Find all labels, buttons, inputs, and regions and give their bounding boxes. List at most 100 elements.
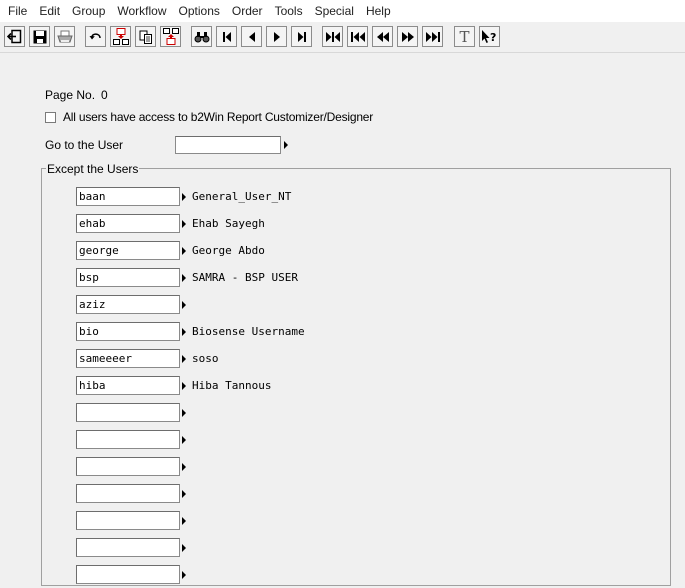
menu-options[interactable]: Options bbox=[173, 0, 226, 22]
user-code-input[interactable] bbox=[76, 538, 180, 557]
text-button[interactable]: T bbox=[454, 26, 475, 47]
save-button[interactable] bbox=[29, 26, 50, 47]
previous-group-button[interactable] bbox=[347, 26, 368, 47]
user-lookup-arrow-icon[interactable] bbox=[182, 301, 186, 309]
user-code-input[interactable] bbox=[76, 565, 180, 584]
user-full-name: Biosense Username bbox=[192, 325, 305, 338]
previous-page-icon bbox=[376, 31, 389, 42]
user-full-name: George Abdo bbox=[192, 244, 265, 257]
first-record-icon bbox=[222, 31, 231, 42]
menu-tools[interactable]: Tools bbox=[269, 0, 309, 22]
except-users-label: Except the Users bbox=[46, 162, 140, 176]
print-icon bbox=[56, 30, 73, 42]
menu-order[interactable]: Order bbox=[226, 0, 269, 22]
last-group-button[interactable] bbox=[422, 26, 443, 47]
user-full-name: Ehab Sayegh bbox=[192, 217, 265, 230]
first-group-icon bbox=[325, 31, 340, 42]
next-page-button[interactable] bbox=[397, 26, 418, 47]
user-lookup-arrow-icon[interactable] bbox=[182, 274, 186, 282]
previous-record-icon bbox=[248, 31, 255, 42]
user-lookup-arrow-icon[interactable] bbox=[182, 544, 186, 552]
user-code-input[interactable]: bio bbox=[76, 322, 180, 341]
menu-group[interactable]: Group bbox=[66, 0, 111, 22]
menu-edit[interactable]: Edit bbox=[33, 0, 66, 22]
user-code-input[interactable]: ehab bbox=[76, 214, 180, 233]
find-button[interactable] bbox=[191, 26, 212, 47]
user-row: george George Abdo bbox=[76, 241, 476, 261]
user-code-input[interactable] bbox=[76, 511, 180, 530]
user-lookup-arrow-icon[interactable] bbox=[182, 490, 186, 498]
user-lookup-arrow-icon[interactable] bbox=[182, 463, 186, 471]
user-lookup-arrow-icon[interactable] bbox=[182, 193, 186, 201]
save-icon bbox=[33, 30, 46, 43]
user-full-name: Hiba Tannous bbox=[192, 379, 272, 392]
user-lookup-arrow-icon[interactable] bbox=[182, 328, 186, 336]
svg-text:?: ? bbox=[490, 31, 496, 44]
undo-button[interactable] bbox=[85, 26, 106, 47]
user-lookup-arrow-icon[interactable] bbox=[182, 571, 186, 579]
first-group-button[interactable] bbox=[322, 26, 343, 47]
text-icon: T bbox=[459, 27, 470, 46]
help-icon: ? bbox=[482, 29, 496, 44]
menu-workflow[interactable]: Workflow bbox=[111, 0, 172, 22]
previous-page-button[interactable] bbox=[372, 26, 393, 47]
previous-record-button[interactable] bbox=[241, 26, 262, 47]
user-full-name: SAMRA - BSP USER bbox=[192, 271, 298, 284]
user-row: bsp SAMRA - BSP USER bbox=[76, 268, 476, 288]
insert-record-button[interactable] bbox=[110, 26, 131, 47]
exit-button[interactable] bbox=[4, 26, 25, 47]
user-lookup-arrow-icon[interactable] bbox=[182, 517, 186, 525]
user-row: aziz bbox=[76, 295, 476, 315]
user-lookup-arrow-icon[interactable] bbox=[182, 220, 186, 228]
user-lookup-arrow-icon[interactable] bbox=[182, 355, 186, 363]
toolbar: T ? bbox=[0, 22, 685, 53]
delete-record-icon bbox=[162, 28, 179, 45]
menu-special[interactable]: Special bbox=[309, 0, 360, 22]
user-lookup-arrow-icon[interactable] bbox=[182, 382, 186, 390]
copy-button[interactable] bbox=[135, 26, 156, 47]
last-record-button[interactable] bbox=[291, 26, 312, 47]
next-page-icon bbox=[401, 31, 414, 42]
last-group-icon bbox=[425, 31, 440, 42]
undo-icon bbox=[89, 32, 101, 39]
go-to-user-label: Go to the User bbox=[45, 138, 124, 152]
last-record-icon bbox=[297, 31, 306, 42]
user-code-input[interactable]: aziz bbox=[76, 295, 180, 314]
user-code-input[interactable] bbox=[76, 430, 180, 449]
user-code-input[interactable]: bsp bbox=[76, 268, 180, 287]
user-row bbox=[76, 457, 476, 477]
user-row: sameeeer soso bbox=[76, 349, 476, 369]
user-row: ehab Ehab Sayegh bbox=[76, 214, 476, 234]
user-code-input[interactable] bbox=[76, 484, 180, 503]
find-icon bbox=[194, 31, 209, 42]
user-row bbox=[76, 484, 476, 504]
user-full-name: General_User_NT bbox=[192, 190, 292, 203]
user-row: baan General_User_NT bbox=[76, 187, 476, 207]
previous-group-icon bbox=[350, 31, 365, 42]
go-to-user-input[interactable] bbox=[175, 136, 281, 154]
all-users-checkbox[interactable] bbox=[45, 112, 56, 123]
exit-icon bbox=[7, 29, 22, 44]
menu-file[interactable]: File bbox=[0, 0, 33, 22]
user-code-input[interactable]: hiba bbox=[76, 376, 180, 395]
user-lookup-arrow-icon[interactable] bbox=[182, 247, 186, 255]
help-button[interactable]: ? bbox=[479, 26, 500, 47]
go-to-user-arrow-icon[interactable] bbox=[284, 141, 288, 149]
next-record-button[interactable] bbox=[266, 26, 287, 47]
user-row bbox=[76, 538, 476, 558]
page-no-value: 0 bbox=[101, 88, 108, 102]
user-code-input[interactable] bbox=[76, 403, 180, 422]
delete-record-button[interactable] bbox=[160, 26, 181, 47]
user-code-input[interactable] bbox=[76, 457, 180, 476]
user-row bbox=[76, 565, 476, 585]
user-code-input[interactable]: sameeeer bbox=[76, 349, 180, 368]
user-code-input[interactable]: baan bbox=[76, 187, 180, 206]
user-row: bio Biosense Username bbox=[76, 322, 476, 342]
first-record-button[interactable] bbox=[216, 26, 237, 47]
user-code-input[interactable]: george bbox=[76, 241, 180, 260]
print-button[interactable] bbox=[54, 26, 75, 47]
user-lookup-arrow-icon[interactable] bbox=[182, 436, 186, 444]
user-lookup-arrow-icon[interactable] bbox=[182, 409, 186, 417]
menu-help[interactable]: Help bbox=[360, 0, 397, 22]
copy-icon bbox=[139, 30, 152, 44]
